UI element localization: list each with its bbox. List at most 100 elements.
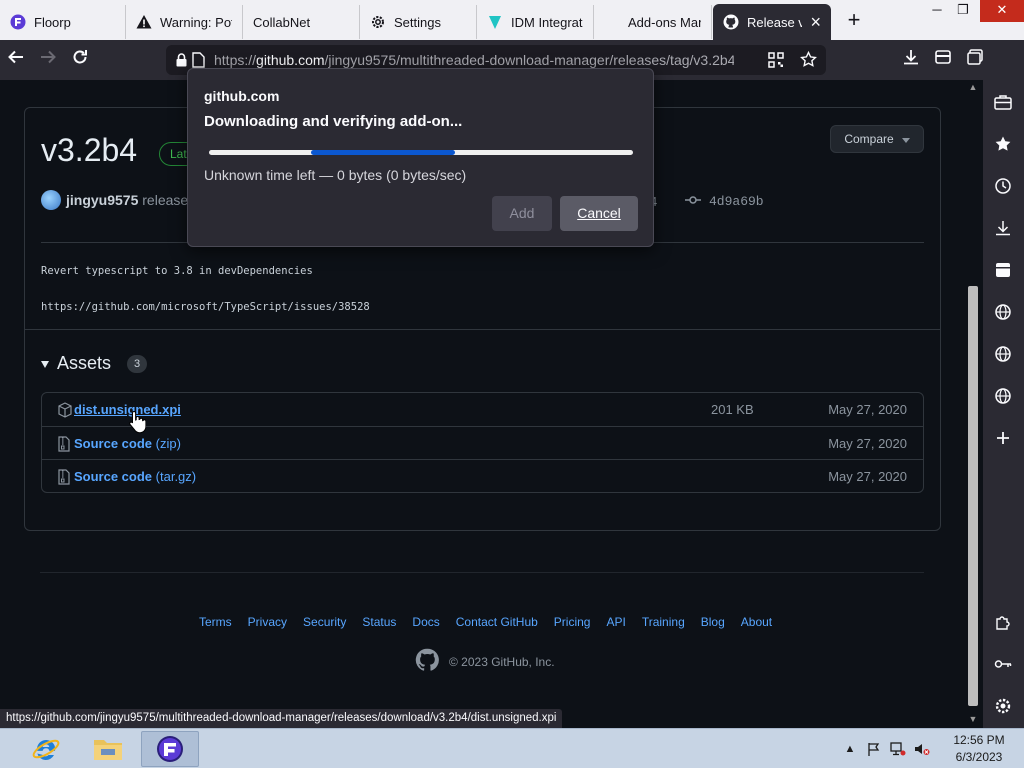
- tab-label: Add-ons Man: [628, 14, 701, 30]
- internet-explorer-icon[interactable]: [17, 731, 75, 767]
- scrollbar-thumb[interactable]: [968, 286, 978, 706]
- containers-icon[interactable]: [931, 48, 955, 72]
- notes-icon[interactable]: [993, 260, 1013, 280]
- commit-link[interactable]: 4d9a69b: [685, 194, 764, 209]
- author-name[interactable]: jingyu9575: [66, 192, 138, 208]
- tab-settings[interactable]: Settings: [360, 5, 477, 39]
- release-author: jingyu9575 released: [66, 192, 196, 208]
- forward-icon[interactable]: [36, 48, 60, 72]
- browser-sidebar: [983, 80, 1024, 728]
- windows-taskbar: ▲ 12:56 PM 6/3/2023: [0, 728, 1024, 768]
- tab-idm[interactable]: IDM Integratio: [477, 5, 594, 39]
- footer-link-blog[interactable]: Blog: [701, 615, 725, 629]
- clock-time: 12:56 PM: [953, 733, 1005, 747]
- bookmarks-star-icon[interactable]: [993, 134, 1013, 154]
- sidebar-settings-gear-icon[interactable]: [993, 696, 1013, 716]
- system-clock[interactable]: 12:56 PM 6/3/2023: [940, 732, 1018, 766]
- file-zip-icon: [58, 469, 72, 485]
- lock-icon[interactable]: [176, 53, 187, 72]
- link-status-bar: https://github.com/jingyu9575/multithrea…: [0, 709, 563, 728]
- volume-muted-icon[interactable]: [913, 740, 931, 758]
- tab-label: Floorp: [34, 14, 71, 30]
- downloads-icon[interactable]: [993, 218, 1013, 238]
- extensions-puzzle-icon[interactable]: [993, 612, 1013, 632]
- caret-down-icon: [901, 132, 910, 146]
- assets-table: dist.unsigned.xpi 201 KB May 27, 2020 So…: [41, 392, 924, 493]
- asset-date: May 27, 2020: [828, 469, 907, 484]
- avatar[interactable]: [41, 190, 61, 210]
- github-logo-icon[interactable]: [415, 648, 439, 675]
- tray-expand-icon[interactable]: ▲: [841, 740, 859, 758]
- tab-collabnet[interactable]: CollabNet: [243, 5, 360, 39]
- floorp-icon: [10, 14, 26, 30]
- restore-icon[interactable]: ❐: [948, 0, 978, 22]
- url-path: /jingyu9575/multithreaded-download-manag…: [324, 52, 734, 68]
- copyright-text: © 2023 GitHub, Inc.: [449, 654, 555, 669]
- compare-label: Compare: [844, 132, 894, 146]
- history-clock-icon[interactable]: [993, 176, 1013, 196]
- compare-button[interactable]: Compare: [830, 125, 924, 153]
- progress-fill: [310, 150, 455, 155]
- assets-toggle[interactable]: Assets 3: [41, 353, 148, 374]
- qr-code-icon[interactable]: [768, 52, 784, 73]
- floorp-taskbar-icon[interactable]: [141, 731, 199, 767]
- key-icon[interactable]: [993, 654, 1013, 674]
- asset-name: Source code: [74, 469, 153, 484]
- footer-link-terms[interactable]: Terms: [199, 615, 232, 629]
- footer-link-docs[interactable]: Docs: [412, 615, 439, 629]
- tab-warning[interactable]: Warning: Pote: [126, 5, 243, 39]
- footer-link-contact[interactable]: Contact GitHub: [456, 615, 538, 629]
- asset-date: May 27, 2020: [828, 436, 907, 451]
- download-progress-bar: [209, 150, 633, 155]
- hand-cursor-icon: [128, 410, 147, 434]
- tab-label: IDM Integratio: [511, 14, 583, 30]
- asset-link[interactable]: Source code (tar.gz): [74, 469, 196, 484]
- network-icon[interactable]: [889, 740, 907, 758]
- close-tab-icon[interactable]: ×: [802, 12, 821, 33]
- tab-addons[interactable]: Add-ons Man: [594, 5, 712, 39]
- commit-icon: [685, 194, 701, 209]
- reload-icon[interactable]: [68, 48, 92, 72]
- tab-floorp[interactable]: Floorp: [0, 5, 126, 39]
- release-note-link[interactable]: https://github.com/microsoft/TypeScript/…: [41, 298, 370, 316]
- system-tray: ▲ 12:56 PM 6/3/2023: [838, 729, 1024, 768]
- footer-link-privacy[interactable]: Privacy: [248, 615, 287, 629]
- add-button[interactable]: Add: [492, 196, 552, 231]
- release-note-line: Revert typescript to 3.8 in devDependenc…: [41, 265, 313, 277]
- file-zip-icon: [58, 436, 72, 452]
- footer-link-security[interactable]: Security: [303, 615, 346, 629]
- footer-link-pricing[interactable]: Pricing: [554, 615, 591, 629]
- footer-link-status[interactable]: Status: [362, 615, 396, 629]
- workspaces-icon[interactable]: [963, 48, 987, 72]
- triangle-down-icon: [41, 355, 49, 373]
- footer-link-api[interactable]: API: [606, 615, 625, 629]
- footer-link-about[interactable]: About: [741, 615, 772, 629]
- scroll-down-icon[interactable]: ▼: [968, 714, 978, 724]
- tab-label: Warning: Pote: [160, 14, 232, 30]
- asset-link[interactable]: Source code (zip): [74, 436, 181, 451]
- popup-host: github.com: [204, 88, 280, 104]
- footer-link-training[interactable]: Training: [642, 615, 685, 629]
- bookmark-star-icon[interactable]: [800, 50, 817, 73]
- action-center-flag-icon[interactable]: [865, 740, 883, 758]
- page-scrollbar[interactable]: ▲ ▼: [964, 80, 982, 728]
- asset-format: (zip): [155, 436, 181, 451]
- new-tab-button[interactable]: +: [842, 9, 866, 33]
- window-close-icon[interactable]: ✕: [980, 0, 1024, 22]
- cancel-button[interactable]: Cancel: [560, 196, 638, 231]
- web-panel-globe-icon[interactable]: [993, 344, 1013, 364]
- scroll-up-icon[interactable]: ▲: [968, 82, 978, 92]
- web-panel-globe-icon[interactable]: [993, 386, 1013, 406]
- web-panel-globe-icon[interactable]: [993, 302, 1013, 322]
- add-panel-plus-icon[interactable]: [993, 428, 1013, 448]
- back-icon[interactable]: [4, 48, 28, 72]
- asset-format: (tar.gz): [155, 469, 197, 484]
- file-explorer-icon[interactable]: [79, 731, 137, 767]
- url-text[interactable]: https://github.com/jingyu9575/multithrea…: [214, 52, 734, 68]
- downloads-icon[interactable]: [899, 48, 923, 72]
- release-title[interactable]: v3.2b4: [41, 132, 137, 169]
- divider: [25, 329, 940, 330]
- download-status-text: Unknown time left — 0 bytes (0 bytes/sec…: [204, 167, 467, 183]
- tab-release[interactable]: Release v3.2 ×: [713, 4, 831, 40]
- toolbox-icon[interactable]: [993, 92, 1013, 112]
